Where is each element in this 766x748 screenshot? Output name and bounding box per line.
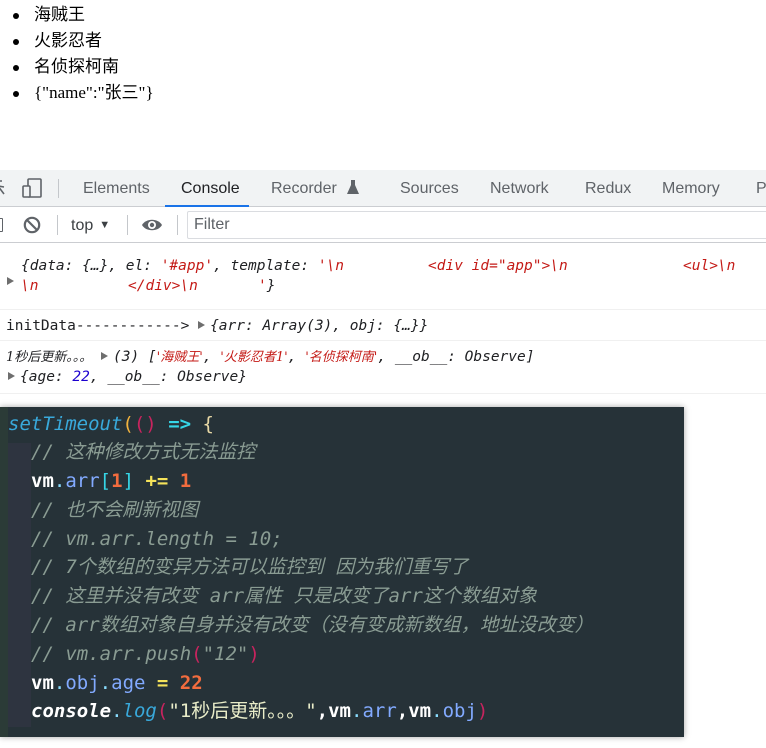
eye-icon[interactable]: [141, 217, 163, 233]
console-message: 1秒后更新。。。 (3) ['海贼王', '火影忍者1', '名侦探柯南', _…: [0, 342, 766, 394]
code-line: // 也不会刷新视图: [31, 499, 199, 521]
code-line: // 这种修改方式无法监控: [31, 441, 256, 463]
tab-divider: [58, 179, 59, 198]
tab-recorder[interactable]: Recorder: [271, 170, 360, 207]
list-item: 海贼王: [0, 2, 154, 28]
console-message-line: <ul>\n: [683, 258, 736, 274]
code-line: // vm.arr.length = 10;: [31, 528, 283, 550]
code-line: // arr数组对象自身并没有改变（没有变成新数组，地址没改变）: [31, 614, 594, 636]
console-message-line[interactable]: {data: {…}, el: '#app', template: '\n: [21, 256, 344, 276]
inspect-element-icon[interactable]: [0, 178, 6, 198]
console-toolbar: top ▼: [0, 207, 766, 243]
console-message-line: '}: [258, 278, 276, 294]
code-line: vm.obj.age = 22: [31, 672, 203, 694]
filter-input[interactable]: [187, 211, 766, 239]
console-message: initData------------> {arr: Array(3), ob…: [0, 311, 766, 341]
indent-guide: [8, 443, 31, 727]
toolbar-divider: [127, 215, 128, 235]
tab-console[interactable]: Console: [165, 170, 249, 208]
code-line: // 这里并没有改变 arr属性 只是改变了arr这个数组对象: [31, 585, 537, 607]
code-line: // vm.arr.push("12"): [31, 643, 260, 665]
caret-down-icon: ▼: [99, 219, 111, 231]
console-message-line: 1秒后更新。。。 (3) ['海贼王', '火影忍者1', '名侦探柯南', _…: [6, 349, 535, 365]
expand-triangle-icon[interactable]: [7, 277, 14, 285]
console-message-line[interactable]: {age: 22, __ob__: Observe}: [8, 367, 247, 387]
tab-recorder-label: Recorder: [271, 180, 337, 197]
device-toolbar-icon[interactable]: [22, 178, 42, 198]
tab-sources[interactable]: Sources: [400, 170, 459, 207]
list-item: 名侦探柯南: [0, 54, 154, 80]
tab-memory[interactable]: Memory: [662, 170, 720, 207]
console-message: {data: {…}, el: '#app', template: '\n <d…: [0, 256, 766, 310]
code-line: setTimeout(() => {: [8, 413, 214, 435]
tab-performance[interactable]: Pe: [756, 170, 766, 207]
flask-icon: [347, 180, 360, 194]
tab-network[interactable]: Network: [490, 170, 549, 207]
console-message-line: [7, 265, 19, 285]
expand-triangle-icon[interactable]: [8, 372, 15, 380]
toolbar-divider: [57, 215, 58, 235]
console-object[interactable]: {arr: Array(3), obj: {…}}: [210, 318, 428, 334]
console-message-line: <div id="app">\n: [428, 258, 568, 274]
clear-console-icon[interactable]: [23, 216, 41, 234]
code-snippet-image: setTimeout(() => { // 这种修改方式无法监控 vm.arr[…: [0, 407, 684, 737]
context-value: top: [71, 217, 94, 234]
console-message-line: initData------------> {arr: Array(3), ob…: [6, 318, 429, 334]
list-item: 火影忍者: [0, 28, 154, 54]
code-line: // 7个数组的变异方法可以监控到 因为我们重写了: [31, 556, 469, 578]
code-line: console.log("1秒后更新。。。",vm.arr,vm.obj): [31, 700, 489, 722]
expand-triangle-icon[interactable]: [101, 352, 109, 360]
gutter: [0, 407, 8, 737]
console-message-line: </div>\n: [128, 278, 198, 294]
tab-elements[interactable]: Elements: [83, 170, 150, 207]
toolbar-divider: [177, 215, 178, 235]
expand-triangle-icon[interactable]: [198, 321, 206, 329]
context-selector[interactable]: top ▼: [71, 207, 110, 243]
console-message-line: \n: [21, 278, 39, 294]
sidebar-toggle-icon[interactable]: [0, 218, 3, 232]
list-item: {"name":"张三"}: [0, 80, 154, 106]
tab-redux[interactable]: Redux: [585, 170, 631, 207]
code-line: vm.arr[1] += 1: [31, 470, 192, 492]
page-list: 海贼王 火影忍者 名侦探柯南 {"name":"张三"}: [0, 2, 154, 106]
devtools-tabbar: Elements Console Recorder Sources Networ…: [0, 170, 766, 208]
